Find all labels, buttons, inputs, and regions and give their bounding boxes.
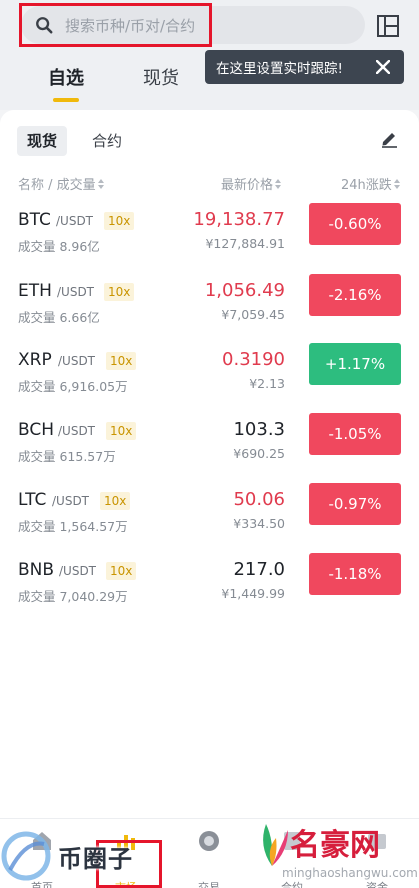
close-icon (376, 60, 390, 74)
search-bar[interactable]: 搜索币种/币对/合约 (21, 6, 365, 44)
change-badge[interactable]: +1.17% (309, 343, 401, 385)
column-name-volume[interactable]: 名称 / 成交量 (18, 174, 104, 193)
latest-price: 0.3190 (222, 349, 285, 370)
latest-price: 19,138.77 (193, 209, 285, 230)
change-badge[interactable]: -0.97% (309, 483, 401, 525)
sort-icon (393, 178, 400, 189)
column-name-label: 名称 / 成交量 (18, 178, 96, 193)
column-24h-change[interactable]: 24h涨跌 (341, 174, 400, 193)
column-latest-price[interactable]: 最新价格 (221, 174, 282, 193)
cny-price: ¥2.13 (249, 376, 285, 391)
quote-currency: /USDT (52, 494, 90, 508)
nav-trade[interactable]: 交易 (179, 829, 239, 888)
change-badge[interactable]: -0.60% (309, 203, 401, 245)
tracking-tooltip: 在这里设置实时跟踪! (205, 50, 404, 84)
quote-currency: /USDT (59, 564, 97, 578)
volume-text: 成交量 6.66亿 (18, 310, 100, 325)
market-row-eth[interactable]: ETH /USDT 10x 成交量 6.66亿 1,056.49 ¥7,059.… (0, 274, 419, 351)
market-list-card: 现货 合约 名称 / 成交量 最新价格 24h涨跌 BTC /USDT 10x … (0, 110, 419, 818)
market-row-btc[interactable]: BTC /USDT 10x 成交量 8.96亿 19,138.77 ¥127,8… (0, 203, 419, 280)
market-row-xrp[interactable]: XRP /USDT 10x 成交量 6,916.05万 0.3190 ¥2.13… (0, 343, 419, 420)
latest-price: 50.06 (233, 489, 285, 510)
coin-symbol: BCH (18, 420, 55, 440)
cny-price: ¥1,449.99 (221, 586, 285, 601)
layout-icon (377, 15, 399, 37)
change-badge[interactable]: -1.18% (309, 553, 401, 595)
cny-price: ¥334.50 (233, 516, 285, 531)
coin-symbol: LTC (18, 490, 47, 510)
cny-price: ¥127,884.91 (205, 236, 285, 251)
watermark-left: 币圈子 (0, 826, 150, 886)
cny-price: ¥7,059.45 (221, 307, 285, 322)
latest-price: 217.0 (233, 559, 285, 580)
column-price-label: 最新价格 (221, 178, 274, 193)
search-icon (36, 17, 53, 34)
leverage-badge: 10x (106, 352, 137, 370)
volume-text: 成交量 7,040.29万 (18, 589, 128, 604)
column-change-label: 24h涨跌 (341, 178, 392, 193)
leverage-badge: 10x (106, 562, 137, 580)
market-row-bnb[interactable]: BNB /USDT 10x 成交量 7,040.29万 217.0 ¥1,449… (0, 553, 419, 630)
volume-text: 成交量 8.96亿 (18, 239, 100, 254)
search-input[interactable]: 搜索币种/币对/合约 (65, 15, 195, 36)
volume-text: 成交量 6,916.05万 (18, 379, 128, 394)
segment-contract[interactable]: 合约 (82, 126, 132, 156)
leverage-badge: 10x (100, 492, 131, 510)
watermark-brand: 名豪网 (290, 828, 380, 863)
watermark-logo-icon (1, 831, 51, 881)
sort-icon (97, 178, 104, 189)
volume-text: 成交量 1,564.57万 (18, 519, 128, 534)
coin-symbol: ETH (18, 281, 52, 301)
quote-currency: /USDT (58, 424, 96, 438)
coin-symbol: BTC (18, 210, 51, 230)
watermark-right: 名豪网 minghaoshangwu.com (250, 812, 419, 888)
tooltip-close-button[interactable] (372, 56, 394, 78)
tooltip-text: 在这里设置实时跟踪! (216, 61, 343, 77)
coin-symbol: XRP (18, 350, 52, 370)
active-tab-indicator (53, 98, 79, 102)
coin-symbol: BNB (18, 560, 55, 580)
change-badge[interactable]: -1.05% (309, 413, 401, 455)
market-row-ltc[interactable]: LTC /USDT 10x 成交量 1,564.57万 50.06 ¥334.5… (0, 483, 419, 560)
quote-currency: /USDT (57, 285, 95, 299)
cny-price: ¥690.25 (233, 446, 285, 461)
trade-icon (199, 831, 219, 851)
watermark-left-text: 币圈子 (58, 844, 133, 873)
volume-text: 成交量 615.57万 (18, 449, 116, 464)
latest-price: 103.3 (233, 419, 285, 440)
edit-icon[interactable] (379, 128, 399, 148)
quote-currency: /USDT (56, 214, 94, 228)
market-row-bch[interactable]: BCH /USDT 10x 成交量 615.57万 103.3 ¥690.25 … (0, 413, 419, 490)
change-badge[interactable]: -2.16% (309, 274, 401, 316)
segment-spot[interactable]: 现货 (17, 126, 68, 156)
header: 搜索币种/币对/合约 自选 现货 在这里设置实时跟踪! (0, 0, 419, 110)
quote-currency: /USDT (58, 354, 96, 368)
scan-button[interactable] (374, 12, 402, 40)
sort-icon (275, 178, 282, 189)
tab-favorites[interactable]: 自选 (48, 64, 84, 90)
nav-label: 交易 (198, 881, 220, 888)
watermark-leaf-icon (263, 824, 288, 866)
watermark-url: minghaoshangwu.com (282, 866, 418, 880)
latest-price: 1,056.49 (204, 280, 285, 301)
tab-spot[interactable]: 现货 (143, 64, 179, 90)
leverage-badge: 10x (104, 212, 135, 230)
leverage-badge: 10x (106, 422, 137, 440)
leverage-badge: 10x (104, 283, 135, 301)
